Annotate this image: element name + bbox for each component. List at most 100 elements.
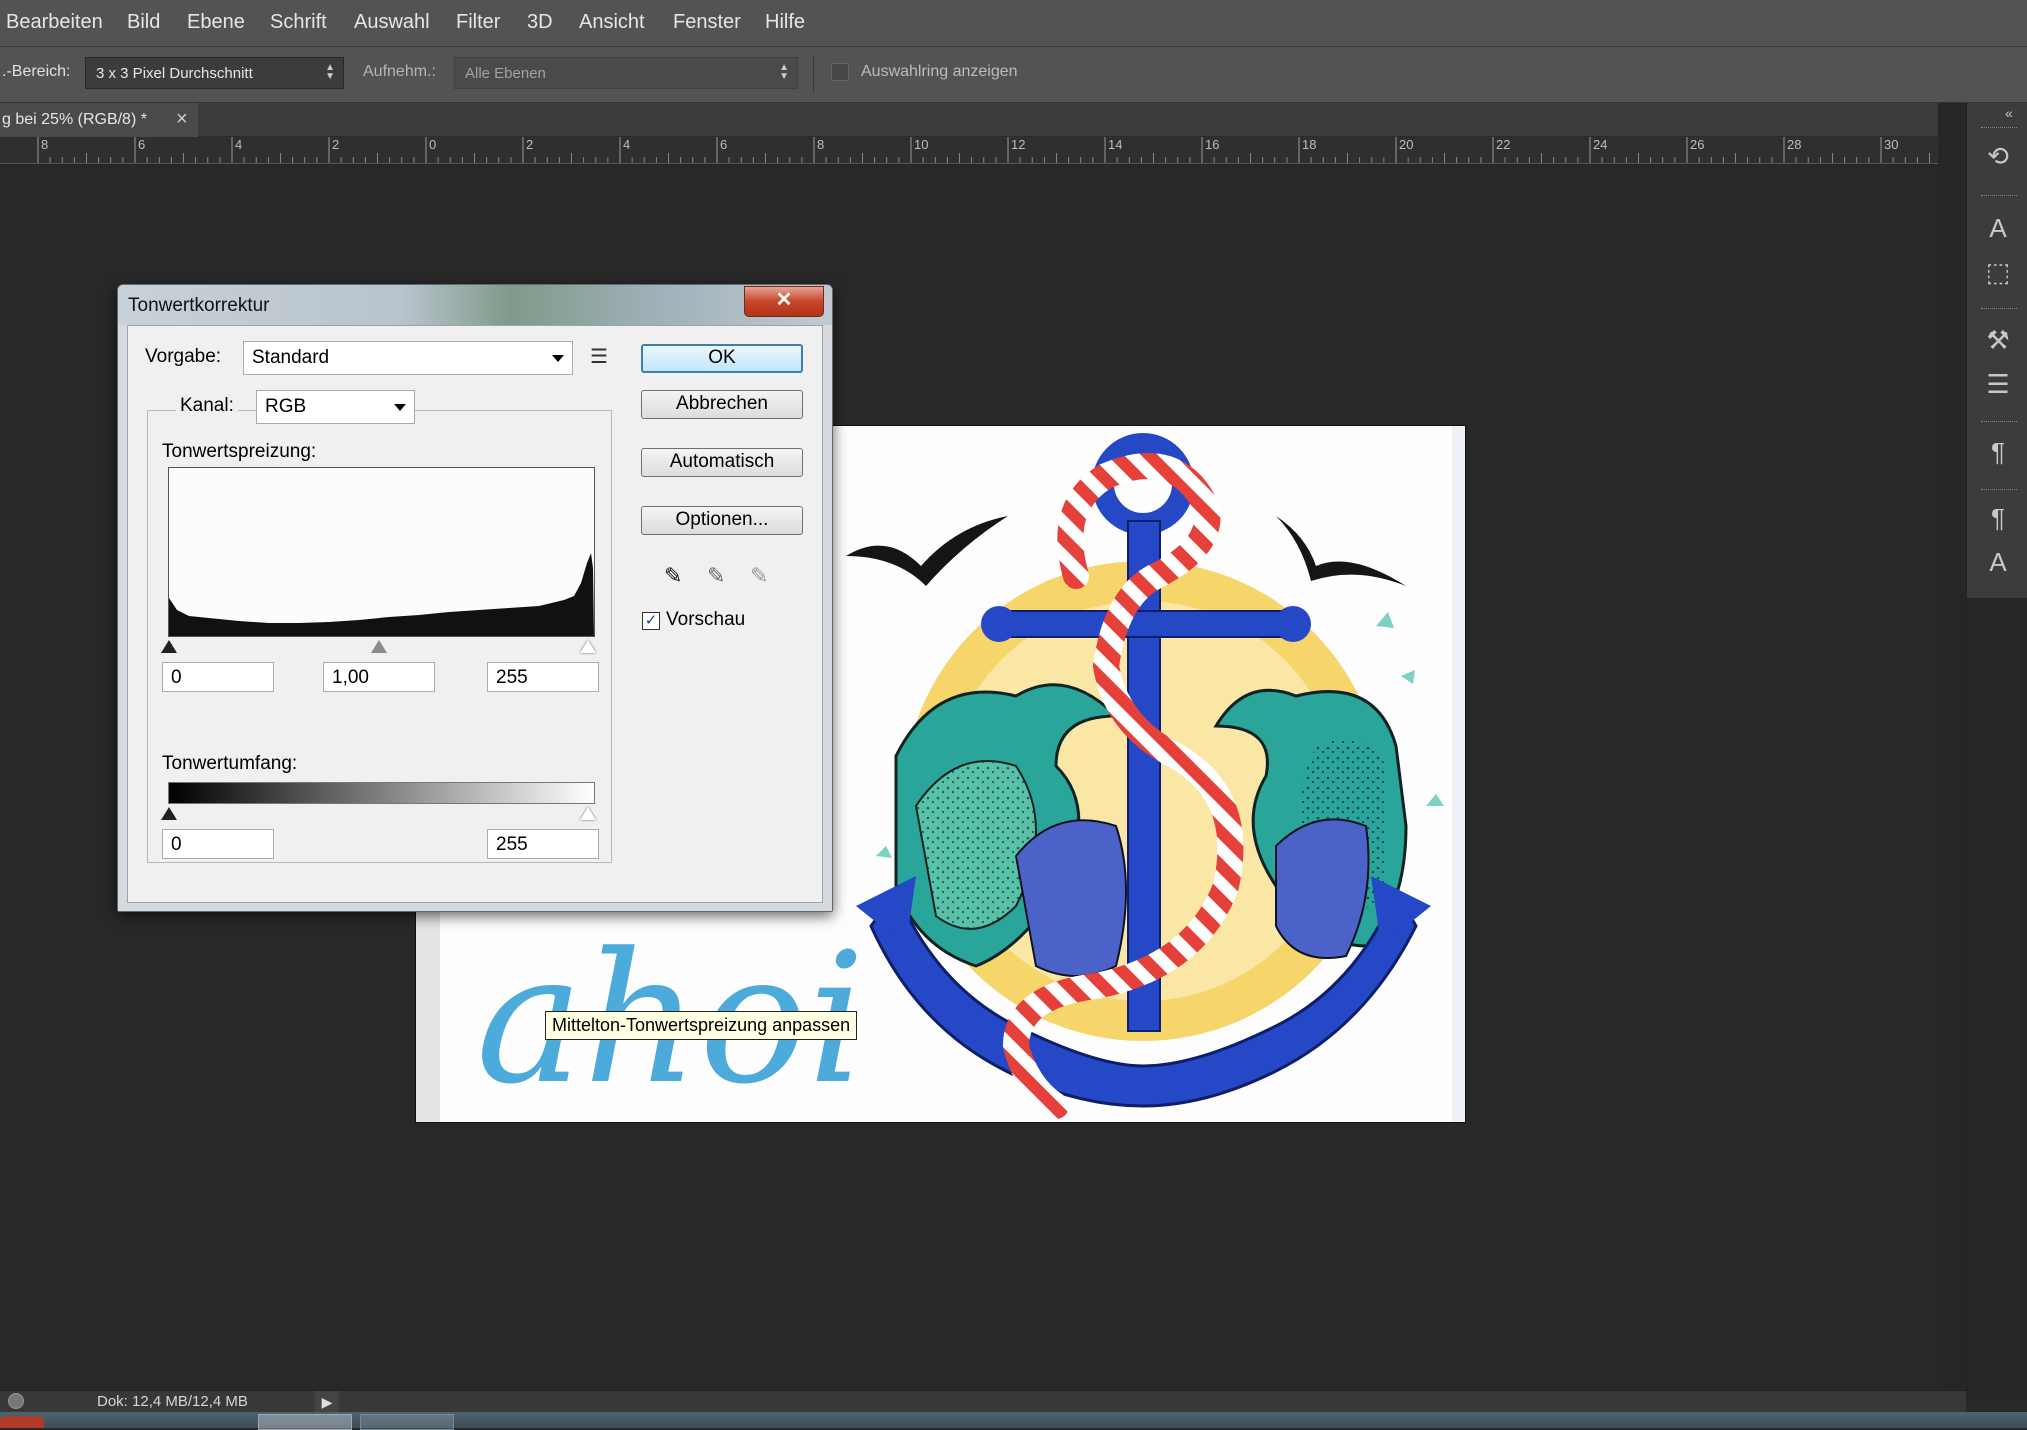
aufnehm-select[interactable]: Alle Ebenen ▲ ▼ xyxy=(454,57,798,89)
ruler-label: 0 xyxy=(429,137,436,152)
close-icon[interactable]: ✕ xyxy=(744,286,824,317)
input-white-field[interactable]: 255 xyxy=(487,662,599,692)
menu-hilfe[interactable]: Hilfe xyxy=(765,11,805,34)
tab-close-icon[interactable]: × xyxy=(176,108,188,131)
menu-ebene[interactable]: Ebene xyxy=(187,11,245,34)
adjustments-icon[interactable]: ☰ xyxy=(1981,367,2015,401)
ruler-label: 30 xyxy=(1884,137,1898,152)
output-gradient-bar xyxy=(168,782,595,804)
character-icon[interactable]: A xyxy=(1981,211,2015,245)
ruler-label: 24 xyxy=(1593,137,1607,152)
panel-grip[interactable] xyxy=(1981,421,2017,425)
channel-label: Kanal: xyxy=(176,395,238,417)
input-black-slider[interactable] xyxy=(161,640,177,653)
os-taskbar xyxy=(0,1412,2027,1430)
menu-bearbeiten[interactable]: Bearbeiten xyxy=(6,11,103,34)
right-panel-dock: « ⟲ A ⬚ ⚒ ☰ ¶ ¶ A xyxy=(1966,103,2027,1393)
ruler-label: 10 xyxy=(914,137,928,152)
auto-button[interactable]: Automatisch xyxy=(641,448,803,477)
paragraph-styles-icon[interactable]: ¶ xyxy=(1981,501,2015,535)
menu-filter[interactable]: Filter xyxy=(456,11,500,34)
ruler-label: 2 xyxy=(332,137,339,152)
document-tab-bar xyxy=(0,103,1965,137)
ruler-label: 14 xyxy=(1108,137,1122,152)
aufnehm-value: Alle Ebenen xyxy=(465,65,546,82)
histogram-graph xyxy=(169,553,594,636)
document-tab[interactable]: g bei 25% (RGB/8) * × xyxy=(0,103,198,137)
status-info-icon[interactable] xyxy=(8,1393,24,1409)
output-white-slider[interactable] xyxy=(580,807,596,820)
3d-icon[interactable]: ⬚ xyxy=(1981,255,2015,289)
channel-select[interactable]: RGB xyxy=(256,390,415,424)
preset-options-icon[interactable]: ☰ xyxy=(590,344,608,369)
panel-grip[interactable] xyxy=(1981,308,2017,312)
wave-blue-right xyxy=(1275,818,1370,959)
ruler-label: 22 xyxy=(1496,137,1510,152)
histogram xyxy=(168,467,595,637)
tool-presets-icon[interactable]: ⚒ xyxy=(1981,323,2015,357)
document-size: Dok: 12,4 MB/12,4 MB xyxy=(97,1393,248,1410)
preset-value: Standard xyxy=(252,347,330,368)
show-ring-checkbox[interactable] xyxy=(831,63,849,81)
black-eyedropper-icon[interactable]: ✎ xyxy=(664,563,682,589)
sample-size-select[interactable]: 3 x 3 Pixel Durchschnitt ▲ ▼ xyxy=(85,57,344,89)
document-tab-title: g bei 25% (RGB/8) * xyxy=(2,111,147,128)
panel-collapse-strip xyxy=(1938,103,1966,1393)
status-menu-arrow-icon[interactable]: ▶ xyxy=(315,1391,339,1413)
input-white-slider[interactable] xyxy=(580,640,596,653)
input-black-field[interactable]: 0 xyxy=(162,662,274,692)
show-ring-label: Auswahlring anzeigen xyxy=(861,63,1018,80)
output-black-field[interactable]: 0 xyxy=(162,829,274,859)
bird-right xyxy=(1276,516,1406,586)
ruler-label: 20 xyxy=(1399,137,1413,152)
ruler-label: 6 xyxy=(138,137,145,152)
paragraph-icon[interactable]: ¶ xyxy=(1981,435,2015,469)
collapse-panels-icon[interactable]: « xyxy=(2005,105,2013,121)
character-styles-icon[interactable]: A xyxy=(1981,545,2015,579)
tooltip: Mittelton-Tonwertspreizung anpassen xyxy=(545,1011,858,1040)
output-black-slider[interactable] xyxy=(161,807,177,820)
white-eyedropper-icon[interactable]: ✎ xyxy=(750,563,768,589)
panel-grip[interactable] xyxy=(1981,127,2017,131)
menu-ansicht[interactable]: Ansicht xyxy=(579,11,645,34)
dialog-title: Tonwertkorrektur xyxy=(128,295,270,316)
menu-auswahl[interactable]: Auswahl xyxy=(354,11,430,34)
channel-value: RGB xyxy=(265,396,307,417)
ruler-label: 18 xyxy=(1302,137,1316,152)
menu-schrift[interactable]: Schrift xyxy=(270,11,327,34)
output-levels-label: Tonwertumfang: xyxy=(162,753,298,774)
options-button[interactable]: Optionen... xyxy=(641,506,803,535)
preview-checkbox[interactable]: ✓ xyxy=(642,612,660,630)
preset-label: Vorgabe: xyxy=(145,346,222,367)
output-white-field[interactable]: 255 xyxy=(487,829,599,859)
preview-label: Vorschau xyxy=(666,609,746,630)
menu-bar: Bearbeiten Bild Ebene Schrift Auswahl Fi… xyxy=(0,0,2027,47)
sample-size-value: 3 x 3 Pixel Durchschnitt xyxy=(96,65,253,82)
ok-button[interactable]: OK xyxy=(641,344,803,373)
panel-grip[interactable] xyxy=(1981,489,2017,493)
input-gamma-field[interactable]: 1,00 xyxy=(323,662,435,692)
menu-3d[interactable]: 3D xyxy=(527,11,553,34)
start-button[interactable] xyxy=(0,1416,44,1428)
sample-size-label: .-Bereich: xyxy=(2,63,71,80)
menu-bild[interactable]: Bild xyxy=(127,11,160,34)
preset-select[interactable]: Standard xyxy=(243,341,573,375)
ruler-label: 28 xyxy=(1787,137,1801,152)
ruler-label: 8 xyxy=(817,137,824,152)
chevron-down-icon xyxy=(394,404,406,411)
ruler-label: 26 xyxy=(1690,137,1704,152)
anchor-stock xyxy=(990,610,1302,638)
cancel-button[interactable]: Abbrechen xyxy=(641,390,803,419)
gray-eyedropper-icon[interactable]: ✎ xyxy=(707,563,725,589)
history-icon[interactable]: ⟲ xyxy=(1981,139,2015,173)
input-gamma-slider[interactable] xyxy=(371,640,387,653)
chevron-down-icon xyxy=(552,355,564,362)
menu-fenster[interactable]: Fenster xyxy=(673,11,741,34)
options-bar: .-Bereich: 3 x 3 Pixel Durchschnitt ▲ ▼ A… xyxy=(0,47,2027,103)
ruler-ticks: 8 6 4 2 0 2 4 6 8 10 12 14 16 18 20 22 24 26 28 30 xyxy=(37,137,1930,163)
panel-grip[interactable] xyxy=(1981,195,2017,199)
updown-arrows-icon: ▲ ▼ xyxy=(779,62,789,82)
input-levels-label: Tonwertspreizung: xyxy=(162,441,317,462)
dialog-body: Vorgabe: Standard ☰ Kanal: RGB Tonwertsp… xyxy=(127,325,823,903)
ruler-label: 6 xyxy=(720,137,727,152)
